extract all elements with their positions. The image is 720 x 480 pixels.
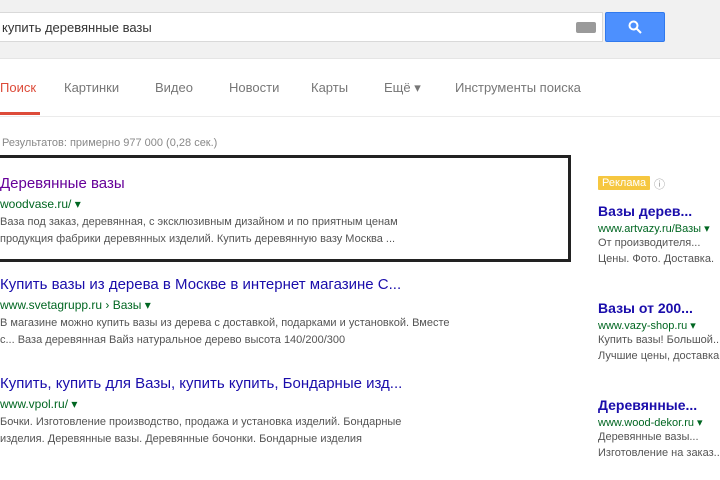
ad-title-link[interactable]: Деревянные...	[598, 397, 720, 413]
result-snippet-line: с... Ваза деревянная Вайз натуральное де…	[0, 334, 346, 346]
ad-item: Деревянные... www.wood-dekor.ru ▾ Деревя…	[598, 397, 720, 461]
ad-item: Вазы дерев... www.artvazy.ru/Вазы ▾ От п…	[598, 203, 720, 267]
result-url[interactable]: woodvase.ru/ ▾	[0, 197, 81, 211]
result-title-link[interactable]: Купить вазы из дерева в Москве в интерне…	[0, 276, 525, 293]
result-snippet-line: Ваза под заказ, деревянная, с эксклюзивн…	[0, 216, 398, 228]
search-input[interactable]	[0, 13, 560, 41]
ad-text: Лучшие цены, доставка...	[598, 350, 720, 362]
ad-text: От производителя...	[598, 237, 701, 249]
result-url[interactable]: www.vpol.ru/ ▾	[0, 397, 77, 411]
search-button[interactable]	[605, 12, 665, 42]
tab-search[interactable]: Поиск	[0, 80, 36, 95]
ad-title-link[interactable]: Вазы дерев...	[598, 203, 720, 219]
result-snippet: Бочки. Изготовление производство, продаж…	[0, 414, 525, 448]
search-nav: Поиск Картинки Видео Новости Карты Ещё ▾…	[0, 58, 720, 117]
ad-url[interactable]: www.artvazy.ru/Вазы ▾	[598, 222, 720, 235]
tab-news[interactable]: Новости	[229, 80, 279, 95]
info-icon[interactable]: ⓘ	[654, 176, 665, 192]
result-url[interactable]: www.svetagrupp.ru › Вазы ▾	[0, 298, 151, 312]
ad-title-link[interactable]: Вазы от 200...	[598, 300, 720, 316]
ad-text: Купить вазы! Большой...	[598, 334, 720, 346]
tab-maps[interactable]: Карты	[311, 80, 348, 95]
result-title-link[interactable]: Деревянные вазы	[0, 175, 525, 192]
tab-images[interactable]: Картинки	[64, 80, 119, 95]
ad-url[interactable]: www.vazy-shop.ru ▾	[598, 319, 720, 332]
ad-text: Цены. Фото. Доставка.	[598, 253, 715, 265]
active-tab-indicator	[0, 112, 40, 115]
search-icon	[628, 20, 642, 34]
result-snippet: В магазине можно купить вазы из дерева с…	[0, 315, 525, 349]
result-title-link[interactable]: Купить, купить для Вазы, купить купить, …	[0, 375, 525, 392]
tab-video[interactable]: Видео	[155, 80, 193, 95]
ad-text: Изготовление на заказ...	[598, 447, 720, 459]
search-box	[0, 12, 603, 42]
ad-text: Деревянные вазы...	[598, 431, 699, 443]
tab-more[interactable]: Ещё ▾	[384, 80, 421, 96]
result-snippet: Ваза под заказ, деревянная, с эксклюзивн…	[0, 214, 525, 248]
keyboard-icon[interactable]	[576, 22, 596, 33]
ad-badge: Реклама	[598, 176, 651, 190]
top-bar	[0, 0, 720, 59]
result-stats: Результатов: примерно 977 000 (0,28 сек.…	[2, 137, 218, 149]
ad-item: Вазы от 200... www.vazy-shop.ru ▾ Купить…	[598, 300, 720, 364]
tab-search-tools[interactable]: Инструменты поиска	[455, 80, 581, 95]
result-snippet-line: Бочки. Изготовление производство, продаж…	[0, 416, 402, 428]
result-snippet-line: изделия. Деревянные вазы. Деревянные боч…	[0, 433, 362, 445]
result-snippet-line: продукция фабрики деревянных изделий. Ку…	[0, 233, 396, 245]
ad-url[interactable]: www.wood-dekor.ru ▾	[598, 416, 720, 429]
result-snippet-line: В магазине можно купить вазы из дерева с…	[0, 317, 450, 329]
